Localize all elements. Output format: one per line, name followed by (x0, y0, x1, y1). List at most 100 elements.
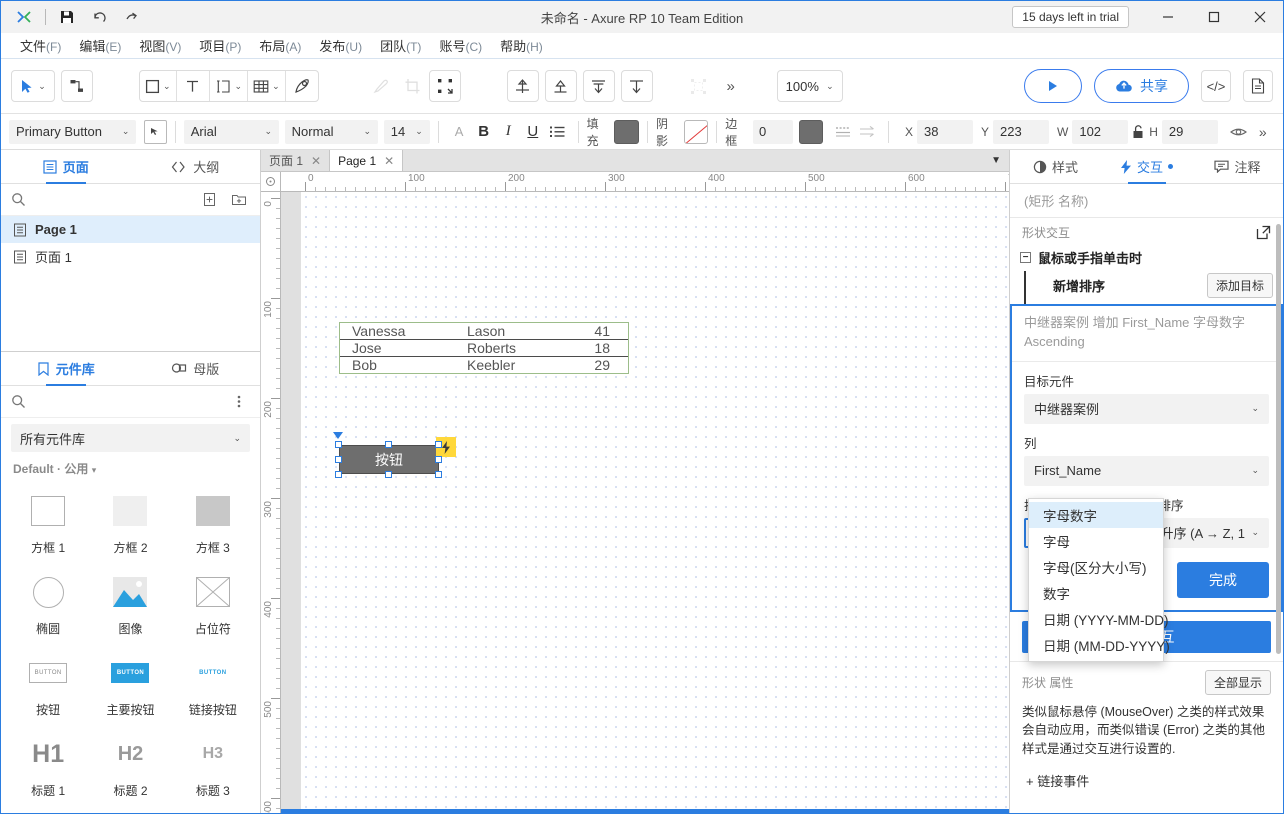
tab-pages[interactable]: 页面 (1, 150, 131, 183)
add-target-button[interactable]: 添加目标 (1207, 273, 1273, 298)
close-button[interactable] (1237, 1, 1283, 33)
widget-primary-button[interactable]: BUTTON 主要按钮 (89, 647, 171, 722)
style-picker-button[interactable] (144, 120, 167, 144)
visibility-button[interactable] (1226, 119, 1251, 145)
menu-account[interactable]: 账号(C) (430, 33, 491, 58)
resize-handle-w[interactable] (335, 456, 342, 463)
page-item-page-cn[interactable]: 页面 1 (1, 243, 260, 270)
canvas-tab-overflow-button[interactable]: ▼ (983, 150, 1009, 171)
sort-type-dropdown-menu[interactable]: 字母数字 字母 字母(区分大小写) 数字 日期 (YYYY-MM-DD) 日期 … (1028, 498, 1164, 662)
sort-order-select[interactable]: 升序 (A → Z, 1 ÷ ⌄ (1151, 518, 1270, 548)
dd-option-alpha[interactable]: 字母 (1029, 528, 1163, 554)
connector-tool-button[interactable] (61, 70, 93, 102)
event-row-click[interactable]: − 鼠标或手指单击时 (1010, 246, 1283, 271)
resize-handle-n[interactable] (385, 441, 392, 448)
action-row-add-sort[interactable]: 新增排序 添加目标 (1024, 271, 1283, 304)
h-input[interactable] (1162, 120, 1218, 144)
fill-color-swatch[interactable] (614, 120, 639, 144)
cursor-tool-button[interactable]: ⌄ (11, 70, 55, 102)
menu-layout[interactable]: 布局(A) (250, 33, 310, 58)
toolbar-overflow-button[interactable]: » (715, 70, 747, 102)
zoom-level-select[interactable]: 100% ⌄ (777, 70, 843, 102)
target-widget-select[interactable]: 中继器案例 ⌄ (1024, 394, 1269, 424)
widget-box2[interactable]: 方框 2 (89, 485, 171, 560)
menu-edit[interactable]: 编辑(E) (70, 33, 130, 58)
dd-option-alphanumeric[interactable]: 字母数字 (1029, 502, 1163, 528)
canvas-horizontal-scrollbar[interactable] (281, 809, 1009, 813)
line-style-button[interactable] (831, 119, 856, 145)
close-icon[interactable]: ✕ (311, 154, 321, 168)
close-icon[interactable]: ✕ (384, 154, 394, 168)
widget-link-button[interactable]: BUTTON 链接按钮 (172, 647, 254, 722)
table-row[interactable]: Bob Keebler 29 (340, 357, 628, 373)
resize-handle-s[interactable] (385, 471, 392, 478)
repeater-table[interactable]: Vanessa Lason 41 Jose Roberts 18 Bob Kee… (339, 322, 629, 374)
menu-publish[interactable]: 发布(U) (310, 33, 371, 58)
transform-button[interactable] (429, 70, 461, 102)
stylebar-overflow-button[interactable]: » (1251, 119, 1276, 145)
shadow-swatch[interactable] (684, 120, 709, 144)
widget-ellipse[interactable]: 椭圆 (7, 566, 89, 641)
crop-button[interactable] (397, 70, 429, 102)
font-color-button[interactable]: A (447, 119, 472, 145)
tab-outline[interactable]: 大纲 (131, 150, 261, 183)
table-tool-button[interactable]: ⌄ (248, 71, 285, 101)
widget-button[interactable]: BUTTON 按钮 (7, 647, 89, 722)
share-button[interactable]: 共享 (1094, 69, 1189, 103)
font-family-select[interactable]: Arial ⌄ (184, 120, 279, 144)
widget-box3[interactable]: 方框 3 (172, 485, 254, 560)
table-row[interactable]: Jose Roberts 18 (340, 340, 628, 357)
paragraph-tool-button[interactable]: ⌄ (210, 71, 248, 101)
tab-notes[interactable]: 注释 (1192, 150, 1283, 183)
dd-option-date-ymd[interactable]: 日期 (YYYY-MM-DD) (1029, 606, 1163, 632)
tab-masters[interactable]: 母版 (131, 352, 261, 385)
trial-badge[interactable]: 15 days left in trial (1012, 6, 1129, 28)
dd-option-date-mdy[interactable]: 日期 (MM-DD-YYYY) (1029, 632, 1163, 658)
widget-box1[interactable]: 方框 1 (7, 485, 89, 560)
rectangle-tool-button[interactable]: ⌄ (140, 71, 176, 101)
w-input[interactable] (1072, 120, 1128, 144)
link-event-button[interactable]: + 链接事件 (1010, 759, 1283, 790)
x-input[interactable] (917, 120, 973, 144)
widget-h2[interactable]: H2 标题 2 (89, 728, 171, 803)
distribute-vertical-button[interactable] (621, 70, 653, 102)
resize-handle-sw[interactable] (335, 471, 342, 478)
axure-logo-icon[interactable] (9, 4, 39, 30)
dd-option-number[interactable]: 数字 (1029, 580, 1163, 606)
dd-option-alpha-case[interactable]: 字母(区分大小写) (1029, 554, 1163, 580)
minimize-button[interactable] (1145, 1, 1191, 33)
code-button[interactable]: </> (1201, 70, 1231, 102)
ruler-origin-button[interactable] (261, 172, 281, 191)
list-button[interactable] (545, 119, 570, 145)
widget-name-input[interactable]: (矩形 名称) (1010, 184, 1283, 218)
resize-handle-se[interactable] (435, 471, 442, 478)
save-icon[interactable] (52, 4, 82, 30)
group-button[interactable] (683, 70, 715, 102)
show-all-button[interactable]: 全部显示 (1205, 670, 1271, 695)
menu-project[interactable]: 项目(P) (190, 33, 250, 58)
format-painter-button[interactable] (365, 70, 397, 102)
resize-handle-ne[interactable] (435, 441, 442, 448)
pen-tool-button[interactable] (286, 71, 318, 101)
resize-handle-e[interactable] (435, 456, 442, 463)
horizontal-ruler[interactable]: 0100200300400500600700 (261, 172, 1009, 192)
italic-button[interactable]: I (496, 119, 521, 145)
widget-h1[interactable]: H1 标题 1 (7, 728, 89, 803)
page-item-page-1[interactable]: Page 1 (1, 216, 260, 243)
align-horizontal-button[interactable] (507, 70, 539, 102)
library-options-button[interactable] (228, 391, 250, 413)
align-vertical-button[interactable] (545, 70, 577, 102)
widget-placeholder[interactable]: 占位符 (172, 566, 254, 641)
y-input[interactable] (993, 120, 1049, 144)
table-row[interactable]: Vanessa Lason 41 (340, 323, 628, 340)
done-button[interactable]: 完成 (1177, 562, 1269, 598)
border-width-input[interactable] (753, 120, 793, 144)
widget-image[interactable]: 图像 (89, 566, 171, 641)
menu-help[interactable]: 帮助(H) (491, 33, 552, 58)
bold-button[interactable]: B (471, 119, 496, 145)
distribute-horizontal-button[interactable] (583, 70, 615, 102)
vertical-ruler[interactable]: 0100200300400500600 (261, 192, 281, 813)
lock-aspect-button[interactable] (1128, 119, 1147, 145)
menu-file[interactable]: 文件(F) (11, 33, 70, 58)
right-panel-scrollbar[interactable] (1276, 224, 1281, 654)
